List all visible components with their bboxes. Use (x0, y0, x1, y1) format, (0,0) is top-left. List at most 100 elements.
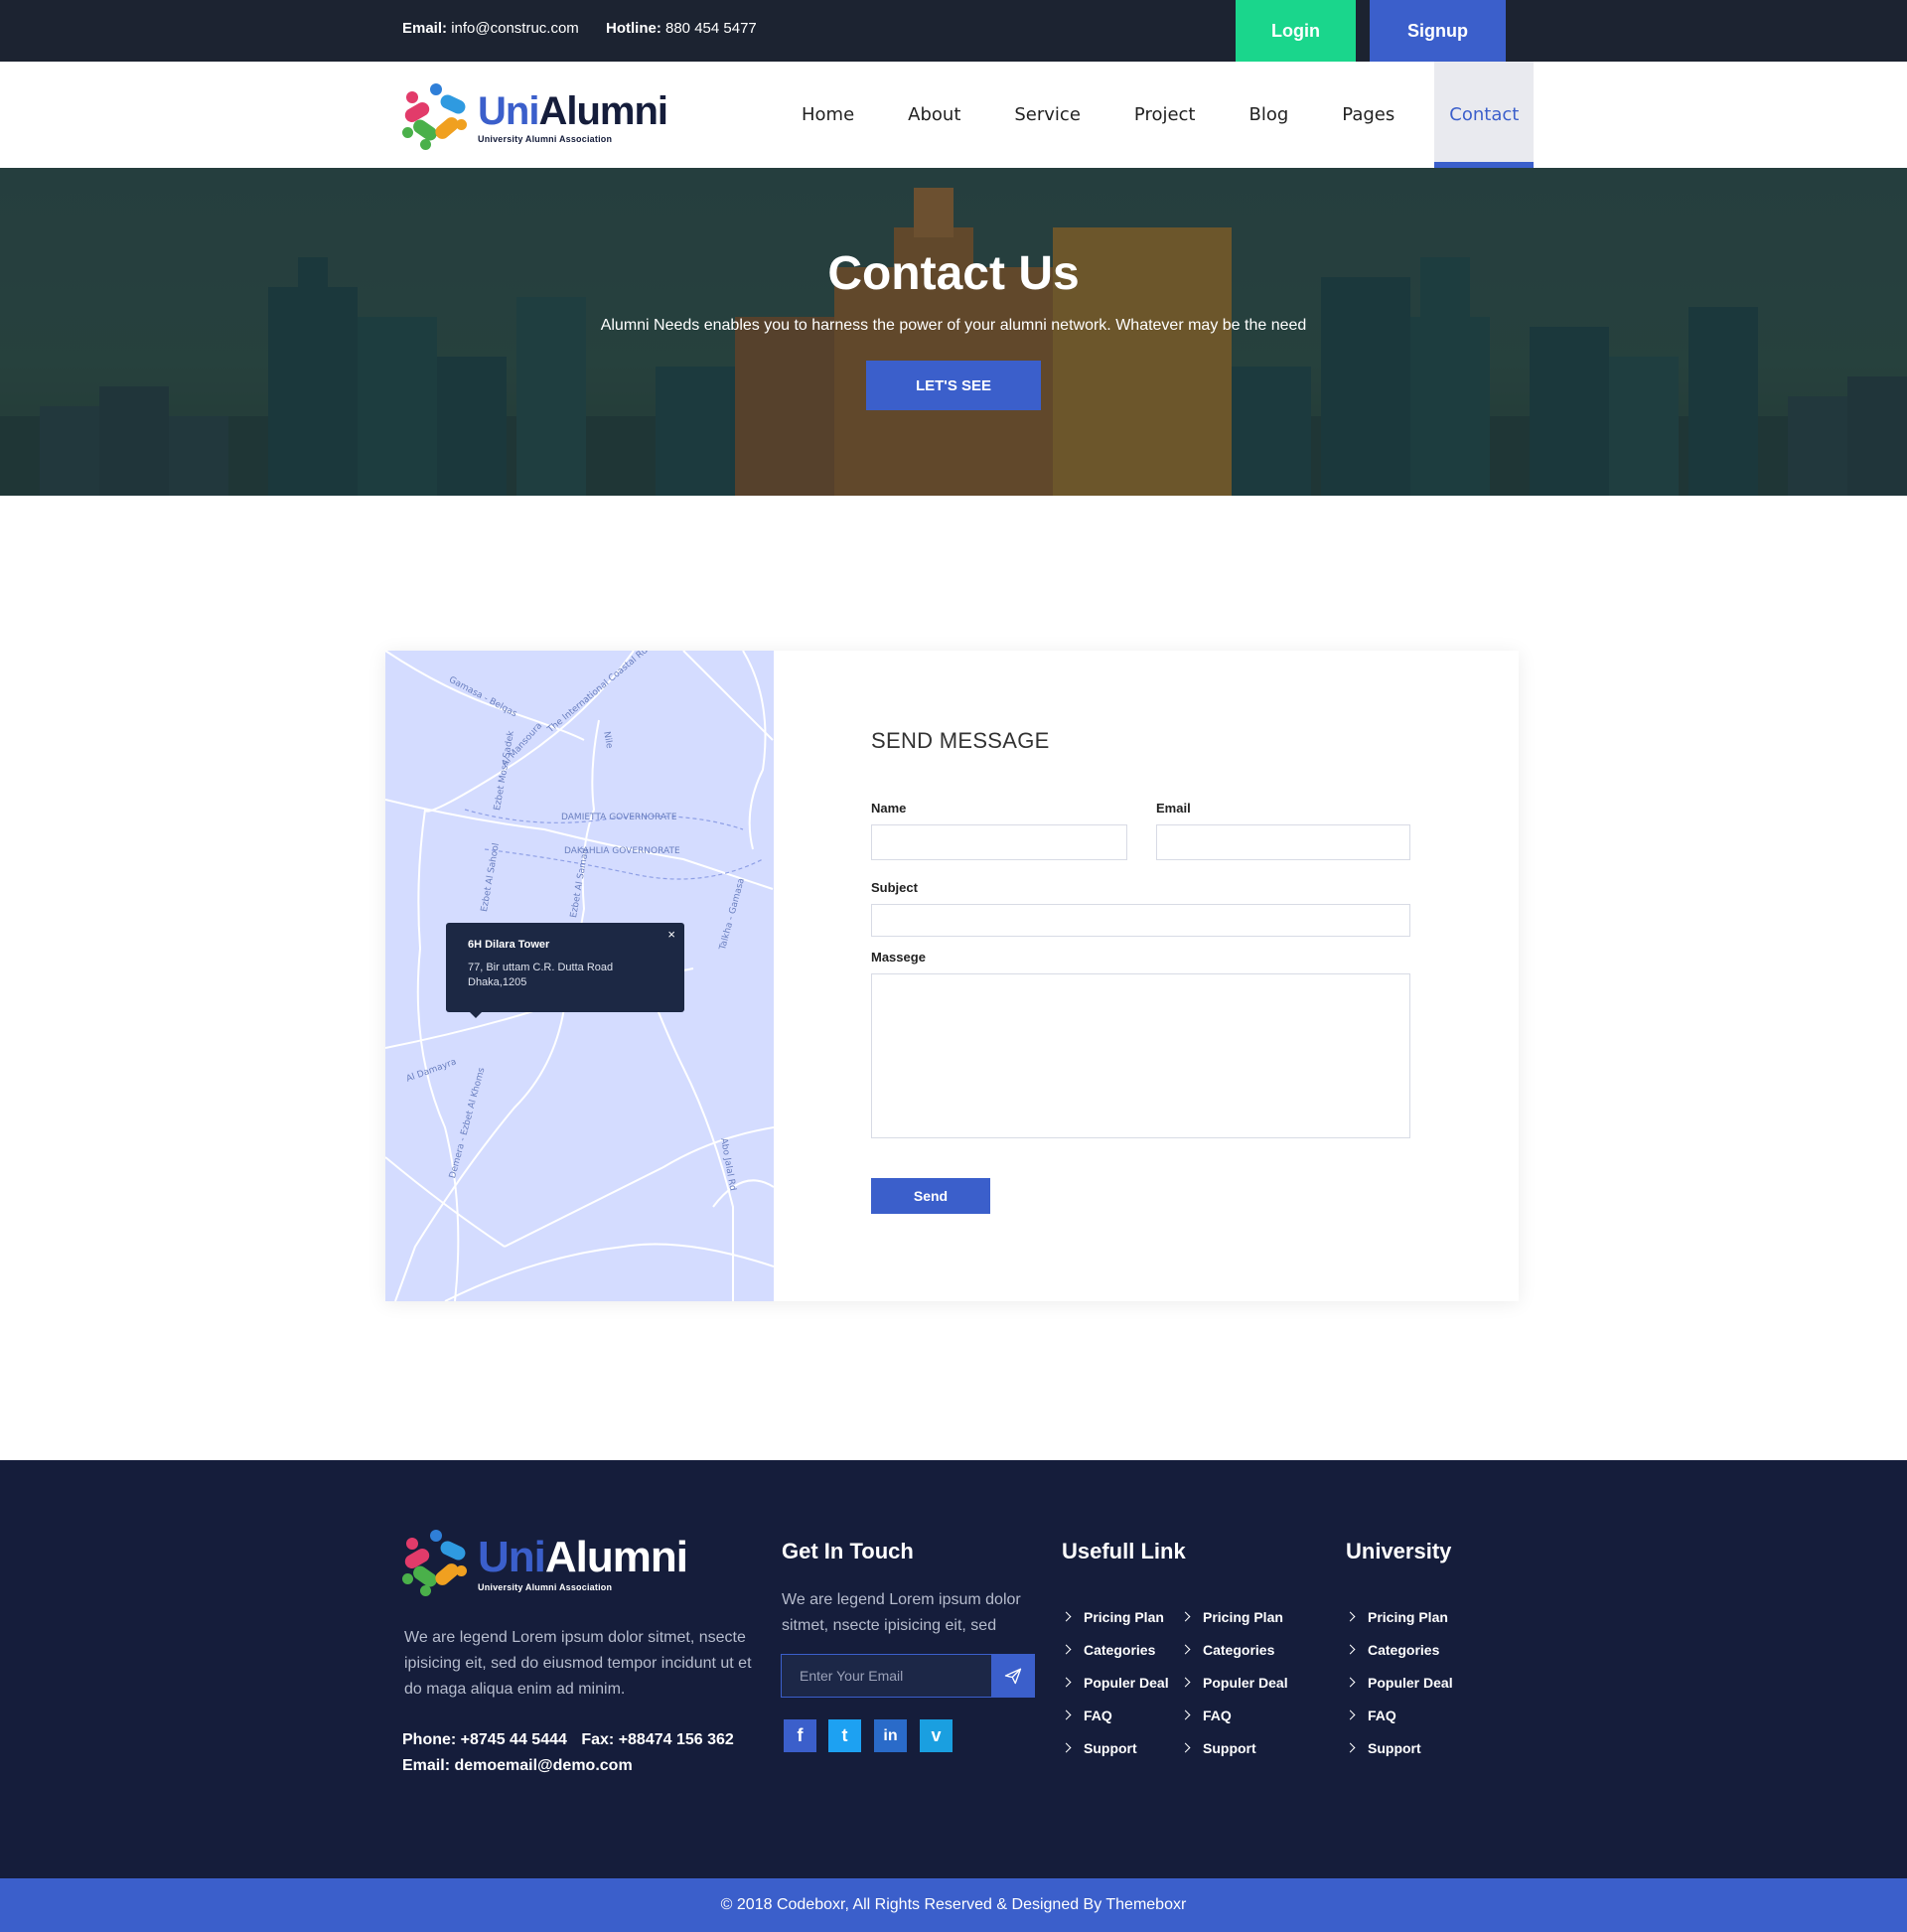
footer-link-pricing-plan[interactable]: Pricing Plan (1345, 1600, 1453, 1633)
footer-phone[interactable]: Phone: +8745 44 5444 (402, 1731, 567, 1748)
message-label: Massege (871, 950, 926, 965)
subject-field[interactable] (871, 904, 1410, 937)
newsletter-submit-button[interactable] (991, 1655, 1034, 1697)
logo-brand: UniAlumni (478, 88, 668, 133)
chevron-right-icon (1180, 1709, 1191, 1720)
site-footer: UniAlumni University Alumni Association … (0, 1460, 1907, 1878)
popup-address-line2: Dhaka,1205 (468, 976, 527, 988)
nav-item-about[interactable]: About (881, 62, 987, 168)
useful-links-col2: Pricing Plan Categories Populer Deal FAQ… (1180, 1600, 1288, 1764)
university-links: Pricing Plan Categories Populer Deal FAQ… (1345, 1600, 1453, 1764)
chevron-right-icon (1345, 1677, 1356, 1688)
nav-menu: Home About Service Project Blog Pages Co… (775, 62, 1535, 168)
email-value[interactable]: info@construc.com (451, 20, 579, 37)
top-bar: Email: info@construc.com Hotline: 880 45… (0, 0, 1907, 62)
popup-address: 77, Bir uttam C.R. Dutta Road Dhaka,1205 (468, 961, 662, 990)
chevron-right-icon (1061, 1742, 1072, 1753)
hero-banner: Contact Us Alumni Needs enables you to h… (0, 168, 1907, 496)
chevron-right-icon (1345, 1644, 1356, 1655)
footer-link-pricing-plan[interactable]: Pricing Plan (1180, 1600, 1288, 1633)
subject-label: Subject (871, 880, 918, 895)
topbar-email: Email: info@construc.com (402, 20, 579, 37)
send-plane-icon (1004, 1668, 1021, 1685)
footer-link-categories[interactable]: Categories (1061, 1633, 1169, 1666)
footer-contact-info: Phone: +8745 44 5444 Fax: +88474 156 362… (402, 1727, 734, 1779)
site-logo[interactable]: UniAlumni University Alumni Association (400, 81, 668, 153)
message-textarea[interactable] (871, 973, 1410, 1138)
lets-see-button[interactable]: LET'S SEE (866, 361, 1041, 410)
useful-links-col1: Pricing Plan Categories Populer Deal FAQ… (1061, 1600, 1169, 1764)
footer-link-support[interactable]: Support (1061, 1731, 1169, 1764)
useful-link-title: Usefull Link (1062, 1539, 1186, 1563)
footer-email[interactable]: Email: demoemail@demo.com (402, 1753, 734, 1779)
map-label: DAMIETTA GOVERNORATE (561, 813, 677, 822)
send-button[interactable]: Send (871, 1178, 990, 1214)
contact-card: Gamasa - Belqas The International Coasta… (385, 651, 1519, 1301)
logo-mark-icon (400, 81, 472, 153)
email-field[interactable] (1156, 824, 1410, 860)
location-map[interactable]: Gamasa - Belqas The International Coasta… (385, 651, 774, 1301)
nav-item-project[interactable]: Project (1107, 62, 1223, 168)
university-title: University (1346, 1539, 1452, 1563)
facebook-icon[interactable]: f (784, 1719, 816, 1752)
footer-link-faq[interactable]: FAQ (1061, 1699, 1169, 1731)
get-in-touch-title: Get In Touch (782, 1539, 914, 1563)
footer-logo-brand: UniAlumni (478, 1532, 688, 1581)
nav-item-contact[interactable]: Contact (1434, 62, 1535, 168)
footer-link-faq[interactable]: FAQ (1345, 1699, 1453, 1731)
footer-link-populer-deal[interactable]: Populer Deal (1345, 1666, 1453, 1699)
footer-link-support[interactable]: Support (1345, 1731, 1453, 1764)
chevron-right-icon (1061, 1644, 1072, 1655)
email-label: Email (1156, 801, 1191, 816)
topbar-hotline: Hotline: 880 454 5477 (606, 20, 757, 37)
chevron-right-icon (1345, 1709, 1356, 1720)
nav-item-blog[interactable]: Blog (1223, 62, 1316, 168)
footer-logo-mark-icon (400, 1528, 472, 1599)
vimeo-icon[interactable]: v (920, 1719, 953, 1752)
chevron-right-icon (1061, 1677, 1072, 1688)
email-label: Email: (402, 20, 448, 37)
map-info-popup: × 6H Dilara Tower 77, Bir uttam C.R. Dut… (446, 923, 684, 1018)
linkedin-icon[interactable]: in (874, 1719, 907, 1752)
name-label: Name (871, 801, 907, 816)
hero-title: Contact Us (827, 247, 1080, 300)
footer-logo-tagline: University Alumni Association (478, 1581, 613, 1592)
signup-button[interactable]: Signup (1370, 0, 1506, 62)
chevron-right-icon (1061, 1709, 1072, 1720)
main-navbar: UniAlumni University Alumni Association … (0, 62, 1907, 168)
chevron-right-icon (1061, 1611, 1072, 1622)
chevron-right-icon (1345, 1742, 1356, 1753)
footer-link-categories[interactable]: Categories (1180, 1633, 1288, 1666)
hero-subtitle: Alumni Needs enables you to harness the … (600, 317, 1307, 334)
chevron-right-icon (1180, 1677, 1191, 1688)
footer-logo[interactable]: UniAlumni University Alumni Association (400, 1528, 688, 1599)
nav-item-pages[interactable]: Pages (1315, 62, 1421, 168)
chevron-right-icon (1345, 1611, 1356, 1622)
hotline-label: Hotline: (606, 20, 661, 37)
newsletter-email-input[interactable]: Enter Your Email (800, 1668, 903, 1684)
footer-link-support[interactable]: Support (1180, 1731, 1288, 1764)
popup-close-icon[interactable]: × (667, 927, 675, 942)
footer-link-categories[interactable]: Categories (1345, 1633, 1453, 1666)
chevron-right-icon (1180, 1742, 1191, 1753)
nav-item-home[interactable]: Home (775, 62, 881, 168)
twitter-icon[interactable]: t (828, 1719, 861, 1752)
footer-link-pricing-plan[interactable]: Pricing Plan (1061, 1600, 1169, 1633)
footer-fax: Fax: +88474 156 362 (581, 1731, 734, 1748)
footer-link-populer-deal[interactable]: Populer Deal (1180, 1666, 1288, 1699)
nav-item-service[interactable]: Service (987, 62, 1107, 168)
chevron-right-icon (1180, 1644, 1191, 1655)
footer-link-populer-deal[interactable]: Populer Deal (1061, 1666, 1169, 1699)
hotline-value[interactable]: 880 454 5477 (665, 20, 757, 37)
popup-address-line1: 77, Bir uttam C.R. Dutta Road (468, 962, 614, 973)
popup-title: 6H Dilara Tower (468, 939, 550, 951)
footer-description: We are legend Lorem ipsum dolor sitmet, … (404, 1629, 752, 1698)
newsletter-form: Enter Your Email (781, 1654, 1035, 1698)
name-field[interactable] (871, 824, 1127, 860)
logo-tagline: University Alumni Association (478, 133, 613, 144)
chevron-right-icon (1180, 1611, 1191, 1622)
form-heading: SEND MESSAGE (871, 728, 1050, 753)
get-in-touch-text: We are legend Lorem ipsum dolor sitmet, … (782, 1591, 1021, 1634)
login-button[interactable]: Login (1236, 0, 1356, 62)
footer-link-faq[interactable]: FAQ (1180, 1699, 1288, 1731)
